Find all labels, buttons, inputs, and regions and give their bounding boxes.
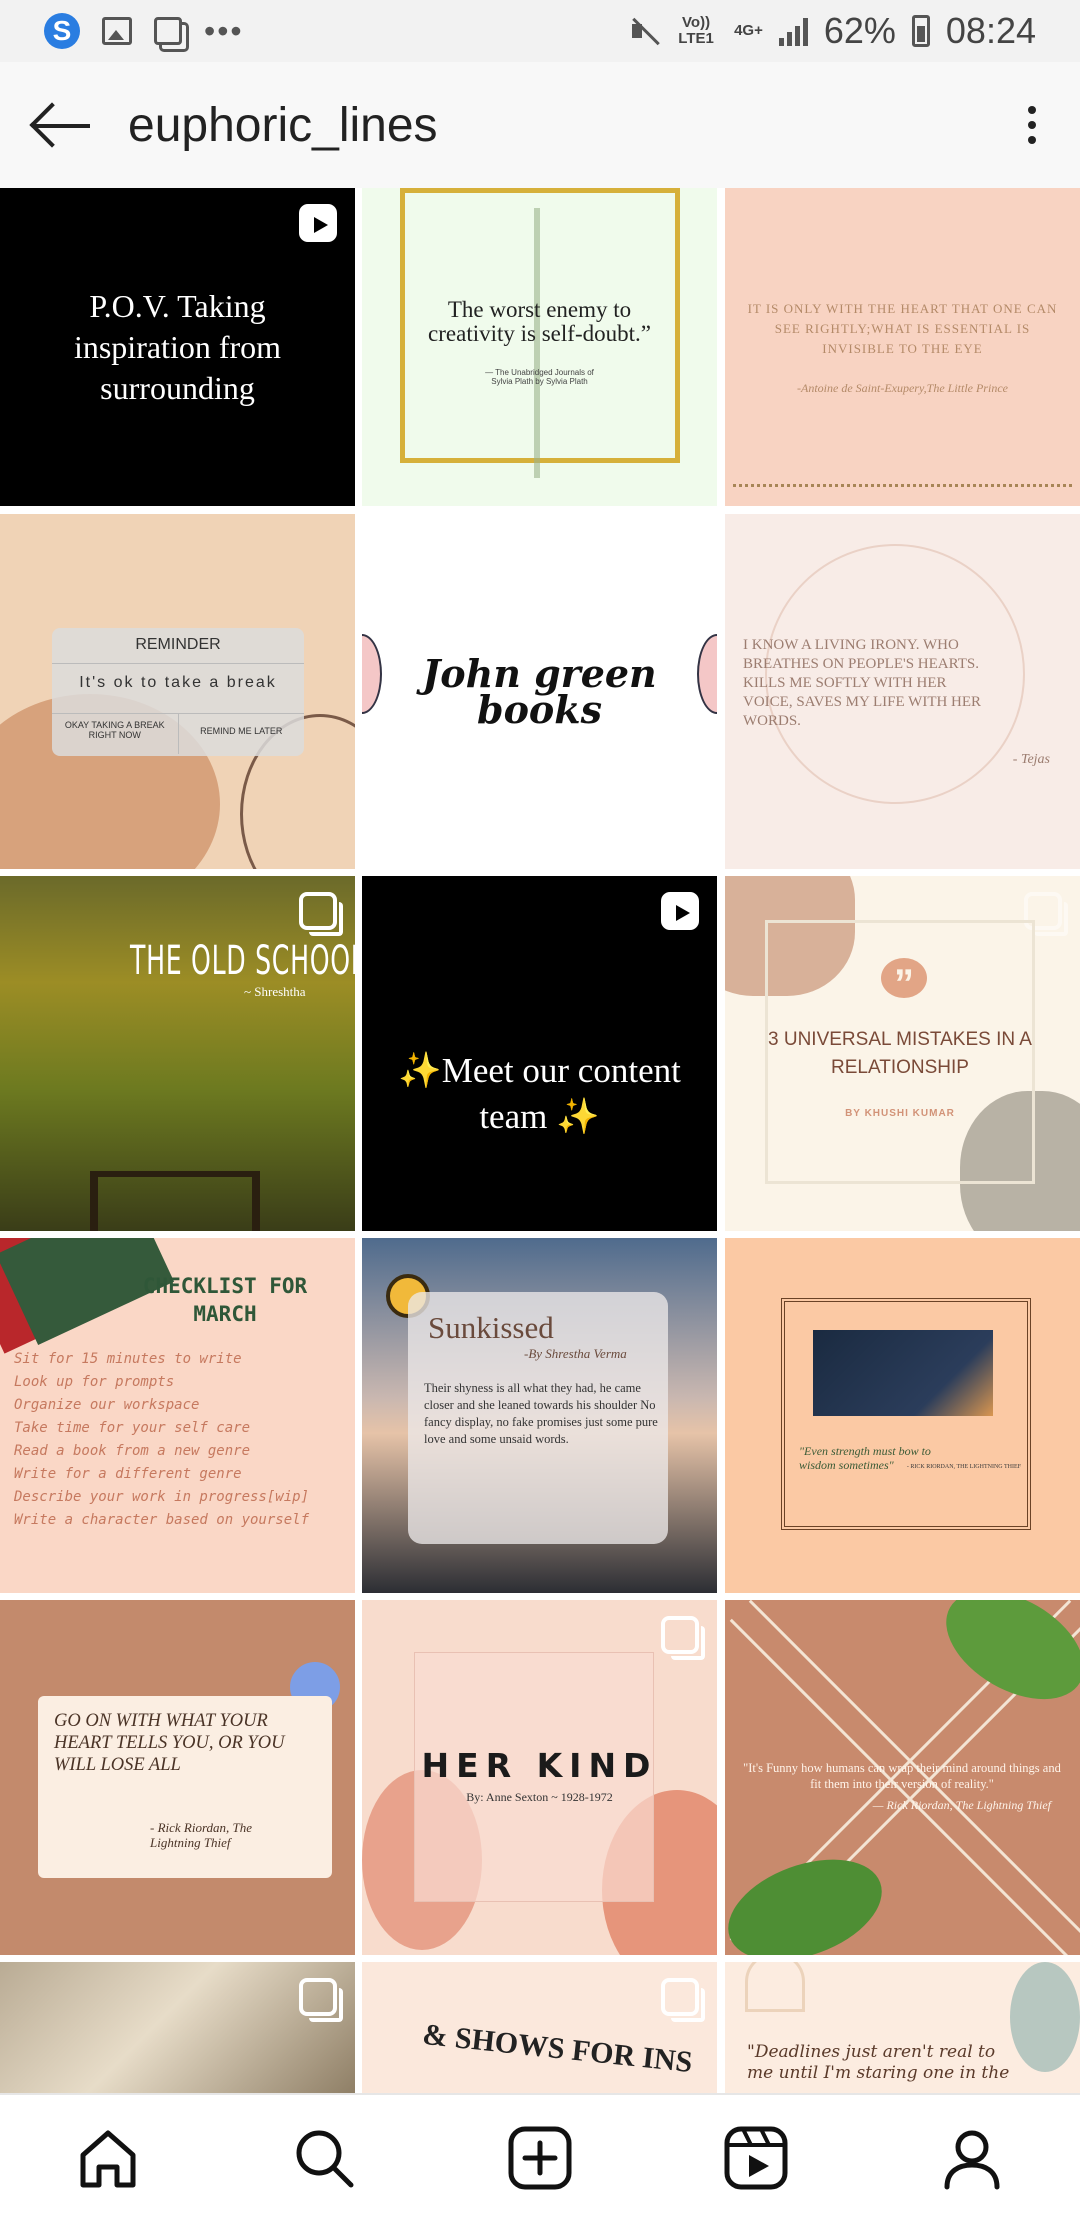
post-subtext: BY KHUSHI KUMAR xyxy=(845,1108,955,1119)
post-tile-deadlines[interactable]: "Deadlines just aren't real to me until … xyxy=(725,1962,1080,2093)
post-tile-sunkissed[interactable]: Sunkissed -By Shrestha Verma Their shyne… xyxy=(362,1238,717,1593)
post-tile-her-kind[interactable]: HER KIND By: Anne Sexton ~ 1928-1972 xyxy=(362,1600,717,1955)
more-vertical-icon[interactable] xyxy=(1012,95,1052,155)
create-icon[interactable] xyxy=(495,2113,585,2203)
post-text: "Deadlines just aren't real to me until … xyxy=(747,2042,1010,2083)
checklist-item: Organize our workspace xyxy=(14,1397,200,1413)
post-tile-strength[interactable]: "Even strength must bow to wisdom someti… xyxy=(725,1238,1080,1593)
home-icon[interactable] xyxy=(63,2113,153,2203)
post-subtext: - RICK RIORDAN, THE LIGHTNING THIEF xyxy=(906,1464,1021,1470)
profile-icon[interactable] xyxy=(927,2113,1017,2203)
reminder-title: REMINDER xyxy=(52,628,304,664)
post-text: THE OLD SCHOOL xyxy=(130,938,355,984)
reminder-btn-later: REMIND ME LATER xyxy=(200,726,283,736)
post-text: The worst enemy to creativity is self-do… xyxy=(428,297,651,346)
multi-post-icon xyxy=(661,1978,705,2022)
post-text: IT IS ONLY WITH THE HEART THAT ONE CAN S… xyxy=(747,300,1058,356)
post-tile-mistakes[interactable]: ” 3 UNIVERSAL MISTAKES IN A RELATIONSHIP… xyxy=(725,876,1080,1231)
post-subtext: — Rick Riordan, The Lightning Thief xyxy=(872,1798,1051,1812)
post-tile-john-green[interactable]: John green books xyxy=(362,514,717,869)
post-text: 3 UNIVERSAL MISTAKES IN A RELATIONSHIP xyxy=(768,1029,1032,1078)
checklist-item: Describe your work in progress[wip] xyxy=(14,1489,310,1505)
post-grid: P.O.V. Taking inspiration from surroundi… xyxy=(0,188,1080,2093)
post-tile-old-school[interactable]: THE OLD SCHOOL ~ Shreshtha xyxy=(0,876,355,1231)
post-subtext: By: Anne Sexton ~ 1928-1972 xyxy=(466,1790,613,1804)
post-text: John green books xyxy=(422,650,657,732)
leaf-decor xyxy=(1010,1962,1080,2072)
more-icon: ••• xyxy=(204,12,244,49)
clock: 08:24 xyxy=(945,10,1036,51)
checklist-item: Read a book from a new genre xyxy=(14,1443,251,1459)
post-tile-reminder[interactable]: REMINDER It's ok to take a break OKAY TA… xyxy=(0,514,355,869)
post-tile-funny[interactable]: "It's Funny how humans can wrap their mi… xyxy=(725,1600,1080,1955)
post-subtext: - Rick Riordan, The Lightning Thief xyxy=(150,1820,253,1850)
profile-header: euphoric_lines xyxy=(0,62,1080,188)
post-tile-pov[interactable]: P.O.V. Taking inspiration from surroundi… xyxy=(0,188,355,506)
post-tile-worst-enemy[interactable]: The worst enemy to creativity is self-do… xyxy=(362,188,717,506)
reels-icon[interactable] xyxy=(711,2113,801,2203)
arch-decor xyxy=(745,1962,805,2012)
post-text: ✨Meet our content team ✨ xyxy=(398,1050,681,1136)
reminder-card: REMINDER It's ok to take a break OKAY TA… xyxy=(52,628,304,756)
checklist: Sit for 15 minutes to write Look up for … xyxy=(14,1348,344,1532)
post-subtext: - Tejas xyxy=(1012,752,1050,767)
post-tile-checklist[interactable]: CHECKLIST FOR MARCH Sit for 15 minutes t… xyxy=(0,1238,355,1593)
post-text: GO ON WITH WHAT YOUR HEART TELLS YOU, OR… xyxy=(54,1711,285,1775)
checklist-title: CHECKLIST FOR MARCH xyxy=(142,1274,308,1326)
checklist-item: Look up for prompts xyxy=(14,1374,175,1390)
post-text: "It's Funny how humans can wrap their mi… xyxy=(743,1761,1061,1791)
post-tile-irony[interactable]: I KNOW A LIVING IRONY. WHO BREATHES ON P… xyxy=(725,514,1080,869)
network-label: 4G+ xyxy=(734,22,763,39)
bench xyxy=(90,1171,260,1231)
post-photo xyxy=(813,1330,993,1416)
reminder-btn-break: OKAY TAKING A BREAK RIGHT NOW xyxy=(52,714,179,754)
post-subtext: -Antoine de Saint-Exupery,The Little Pri… xyxy=(797,380,1008,395)
post-text: HER KIND xyxy=(421,1746,658,1785)
post-tile-book-pages[interactable] xyxy=(0,1962,355,2093)
post-subtext: ~ Shreshtha xyxy=(244,984,306,999)
post-text: I KNOW A LIVING IRONY. WHO BREATHES ON P… xyxy=(743,637,982,729)
post-title: Sunkissed xyxy=(428,1310,554,1345)
multi-post-icon xyxy=(299,1978,343,2022)
status-bar: S ••• Vo)) LTE1 4G+ 62% 08:24 xyxy=(0,0,1080,62)
search-icon[interactable] xyxy=(279,2113,369,2203)
post-tile-shows[interactable]: & SHOWS FOR INS xyxy=(362,1962,717,2093)
screen: S ••• Vo)) LTE1 4G+ 62% 08:24 euphoric_l… xyxy=(0,0,1080,2220)
multi-post-icon xyxy=(299,892,343,936)
post-text: P.O.V. Taking inspiration from surroundi… xyxy=(73,287,282,406)
post-tile-heart[interactable]: IT IS ONLY WITH THE HEART THAT ONE CAN S… xyxy=(725,188,1080,506)
post-tile-content-team[interactable]: ✨Meet our content team ✨ xyxy=(362,876,717,1231)
s-app-icon: S xyxy=(44,13,80,49)
checklist-item: Take time for your self care xyxy=(14,1420,251,1436)
signal-icon xyxy=(778,16,808,46)
screenshot-icon xyxy=(154,17,182,45)
bottom-nav xyxy=(0,2093,1080,2220)
volte-label: Vo)) LTE1 xyxy=(678,14,714,47)
reminder-text: It's ok to take a break xyxy=(52,664,304,714)
page-title: euphoric_lines xyxy=(128,98,438,152)
mute-icon xyxy=(628,16,658,46)
checklist-item: Sit for 15 minutes to write xyxy=(14,1351,242,1367)
checklist-item: Write a character based on yourself xyxy=(14,1512,310,1528)
multi-post-icon xyxy=(661,1616,705,1660)
quote-icon: ” xyxy=(881,958,927,1006)
battery-icon xyxy=(911,15,930,47)
post-tile-go-on[interactable]: GO ON WITH WHAT YOUR HEART TELLS YOU, OR… xyxy=(0,1600,355,1955)
post-text: Their shyness is all what they had, he c… xyxy=(424,1381,658,1446)
post-subtext: -By Shrestha Verma xyxy=(524,1346,627,1361)
gallery-icon xyxy=(102,17,132,45)
checklist-item: Write for a different genre xyxy=(14,1466,242,1482)
post-subtext: — The Unabridged Journals of Sylvia Plat… xyxy=(485,368,594,386)
battery-percent: 62% xyxy=(823,10,896,51)
arrow-left-icon[interactable] xyxy=(28,95,98,155)
post-text: & SHOWS FOR INS xyxy=(421,2017,694,2080)
